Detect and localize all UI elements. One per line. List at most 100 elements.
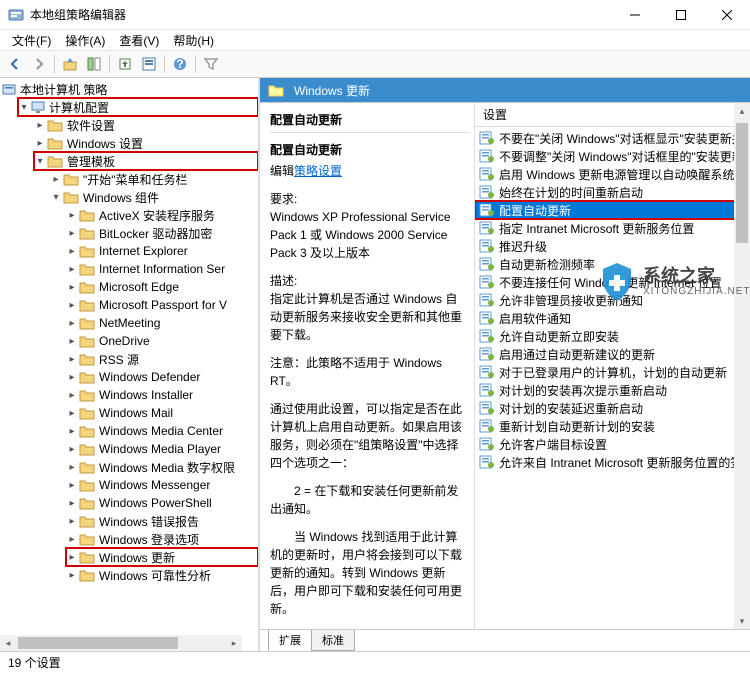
tree-item[interactable]: ▸Windows 错误报告: [66, 512, 258, 530]
tree-item[interactable]: ▸Windows Media Player: [66, 440, 258, 458]
tree-windows-components[interactable]: ▾Windows 组件: [50, 188, 258, 206]
setting-item[interactable]: 不要调整"关闭 Windows"对话框里的"安装更新: [475, 147, 750, 165]
setting-item[interactable]: 启用软件通知: [475, 309, 750, 327]
setting-item[interactable]: 允许来自 Intranet Microsoft 更新服务位置的签: [475, 453, 750, 471]
tree-item[interactable]: ▸Internet Explorer: [66, 242, 258, 260]
setting-item[interactable]: 启用通过自动更新建议的更新: [475, 345, 750, 363]
expand-icon[interactable]: ▸: [66, 245, 78, 257]
maximize-button[interactable]: [658, 0, 704, 30]
tree-hscrollbar[interactable]: ◂▸: [0, 635, 242, 651]
expand-icon[interactable]: ▸: [66, 515, 78, 527]
expand-icon[interactable]: ▸: [66, 569, 78, 581]
tree-item[interactable]: ▸ActiveX 安装程序服务: [66, 206, 258, 224]
expand-icon[interactable]: ▸: [66, 263, 78, 275]
refresh-button[interactable]: [138, 53, 160, 75]
expand-icon[interactable]: ▸: [66, 479, 78, 491]
expand-icon[interactable]: ▸: [66, 389, 78, 401]
help-button[interactable]: ?: [169, 53, 191, 75]
setting-item[interactable]: 允许非管理员接收更新通知: [475, 291, 750, 309]
expand-icon[interactable]: ▸: [66, 281, 78, 293]
expand-icon[interactable]: ▸: [66, 227, 78, 239]
collapse-icon[interactable]: ▾: [18, 101, 30, 113]
tree-item[interactable]: ▸Windows Media Center: [66, 422, 258, 440]
setting-item[interactable]: 对计划的安装延迟重新启动: [475, 399, 750, 417]
menu-help[interactable]: 帮助(H): [167, 30, 220, 51]
expand-icon[interactable]: ▸: [66, 335, 78, 347]
tree-item[interactable]: ▸Windows 更新: [66, 548, 258, 566]
expand-icon[interactable]: ▸: [66, 461, 78, 473]
list-column-header[interactable]: 设置: [475, 103, 750, 127]
setting-item[interactable]: 指定 Intranet Microsoft 更新服务位置: [475, 219, 750, 237]
menu-file[interactable]: 文件(F): [6, 30, 57, 51]
setting-item[interactable]: 不要连接任何 Windows 更新 Internet 位置: [475, 273, 750, 291]
tree-item[interactable]: ▸Windows Messenger: [66, 476, 258, 494]
tab-extended[interactable]: 扩展: [268, 630, 312, 651]
expand-icon[interactable]: ▸: [66, 299, 78, 311]
expand-icon[interactable]: ▸: [66, 425, 78, 437]
tree-item[interactable]: ▸Windows 可靠性分析: [66, 566, 258, 584]
up-button[interactable]: [59, 53, 81, 75]
setting-item[interactable]: 自动更新检测频率: [475, 255, 750, 273]
tree-item[interactable]: ▸OneDrive: [66, 332, 258, 350]
expand-icon[interactable]: ▸: [66, 533, 78, 545]
tree-item[interactable]: ▸Windows Media 数字权限: [66, 458, 258, 476]
menu-view[interactable]: 查看(V): [113, 30, 165, 51]
expand-icon[interactable]: ▸: [66, 371, 78, 383]
list-vscrollbar[interactable]: ▴▾: [734, 103, 750, 629]
tree-item[interactable]: ▸BitLocker 驱动器加密: [66, 224, 258, 242]
setting-item[interactable]: 启用 Windows 更新电源管理以自动唤醒系统来: [475, 165, 750, 183]
tree-item[interactable]: ▸NetMeeting: [66, 314, 258, 332]
setting-item[interactable]: 对计划的安装再次提示重新启动: [475, 381, 750, 399]
setting-item[interactable]: 重新计划自动更新计划的安装: [475, 417, 750, 435]
expand-icon[interactable]: ▸: [66, 443, 78, 455]
tree-item[interactable]: ▸Microsoft Edge: [66, 278, 258, 296]
forward-button[interactable]: [28, 53, 50, 75]
setting-item[interactable]: 不要在"关闭 Windows"对话框显示"安装更新并: [475, 129, 750, 147]
expand-icon[interactable]: ▸: [66, 317, 78, 329]
policy-setting-link[interactable]: 策略设置: [294, 164, 342, 178]
collapse-icon[interactable]: ▾: [50, 191, 62, 203]
expand-icon[interactable]: ▸: [50, 173, 62, 185]
expand-icon[interactable]: ▸: [66, 551, 78, 563]
tree-item[interactable]: ▸RSS 源: [66, 350, 258, 368]
setting-item[interactable]: 对于已登录用户的计算机，计划的自动更新: [475, 363, 750, 381]
setting-item[interactable]: 允许客户端目标设置: [475, 435, 750, 453]
tree-item[interactable]: ▸Windows Mail: [66, 404, 258, 422]
tab-standard[interactable]: 标准: [311, 630, 355, 651]
tree-item[interactable]: ▸Windows 登录选项: [66, 530, 258, 548]
tree-item[interactable]: ▸Windows Defender: [66, 368, 258, 386]
tree-software-settings[interactable]: ▸软件设置: [34, 116, 258, 134]
tree-root[interactable]: 本地计算机 策略: [2, 80, 258, 98]
expand-icon[interactable]: ▸: [66, 407, 78, 419]
expand-icon[interactable]: ▸: [34, 119, 46, 131]
setting-item[interactable]: 配置自动更新: [475, 201, 750, 219]
tree-admin-templates[interactable]: ▾管理模板: [34, 152, 258, 170]
menu-action[interactable]: 操作(A): [59, 30, 111, 51]
computer-icon: [31, 100, 45, 114]
tree-item[interactable]: ▸Microsoft Passport for V: [66, 296, 258, 314]
expand-icon[interactable]: ▸: [66, 497, 78, 509]
settings-list[interactable]: 设置 不要在"关闭 Windows"对话框显示"安装更新并不要调整"关闭 Win…: [475, 103, 750, 629]
folder-icon: [79, 316, 95, 330]
policy-icon: [479, 437, 495, 451]
tree-start-taskbar[interactable]: ▸"开始"菜单和任务栏: [50, 170, 258, 188]
setting-item[interactable]: 允许自动更新立即安装: [475, 327, 750, 345]
setting-item[interactable]: 始终在计划的时间重新启动: [475, 183, 750, 201]
filter-button[interactable]: [200, 53, 222, 75]
expand-icon[interactable]: ▸: [66, 209, 78, 221]
tree-windows-settings[interactable]: ▸Windows 设置: [34, 134, 258, 152]
tree-pane[interactable]: 本地计算机 策略 ▾ 计算机配置 ▸软件设置 ▸Windows 设置: [0, 78, 260, 651]
tree-item[interactable]: ▸Windows Installer: [66, 386, 258, 404]
tree-item[interactable]: ▸Internet Information Ser: [66, 260, 258, 278]
tree-item[interactable]: ▸Windows PowerShell: [66, 494, 258, 512]
collapse-icon[interactable]: ▾: [34, 155, 46, 167]
expand-icon[interactable]: ▸: [66, 353, 78, 365]
export-button[interactable]: [114, 53, 136, 75]
setting-item[interactable]: 推迟升级: [475, 237, 750, 255]
minimize-button[interactable]: [612, 0, 658, 30]
tree-computer-config[interactable]: ▾ 计算机配置: [18, 98, 258, 116]
expand-icon[interactable]: ▸: [34, 137, 46, 149]
show-hide-button[interactable]: [83, 53, 105, 75]
close-button[interactable]: [704, 0, 750, 30]
back-button[interactable]: [4, 53, 26, 75]
